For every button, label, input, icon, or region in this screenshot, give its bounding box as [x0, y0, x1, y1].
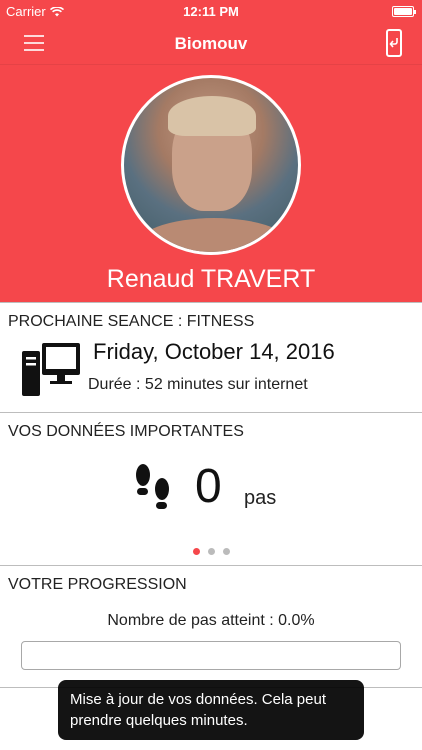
avatar — [121, 75, 301, 255]
desktop-computer-icon — [22, 343, 80, 396]
session-duration: Durée : 52 minutes sur internet — [88, 376, 308, 393]
page-dot[interactable] — [222, 548, 230, 555]
profile-name: Renaud TRAVERT — [106, 265, 316, 293]
footprints-icon — [136, 464, 169, 509]
section-title-progress: VOTRE PROGRESSION — [8, 576, 187, 593]
session-date: Friday, October 14, 2016 — [93, 339, 335, 364]
progress-bar — [21, 641, 401, 670]
status-bar: Carrier 12:11 PM — [0, 0, 422, 24]
page-dot[interactable] — [207, 548, 215, 555]
section-title-data: VOS DONNÉES IMPORTANTES — [8, 423, 244, 440]
next-session-section: PROCHAINE SEANCE : FITNESS Friday, Octob… — [0, 302, 422, 412]
page-dot[interactable] — [192, 548, 200, 555]
battery-icon — [392, 6, 416, 17]
progress-section: VOTRE PROGRESSION Nombre de pas atteint … — [0, 565, 422, 687]
phone-exit-icon[interactable] — [386, 29, 402, 57]
status-time: 12:11 PM — [183, 4, 239, 19]
page-indicator[interactable] — [0, 542, 422, 560]
nav-title: Biomouv — [174, 34, 248, 53]
section-title-session: PROCHAINE SEANCE : FITNESS — [8, 313, 255, 330]
profile-header: Renaud TRAVERT — [0, 64, 422, 302]
steps-value: 0 — [195, 460, 222, 513]
toast-notification: Mise à jour de vos données. Cela peut pr… — [58, 680, 364, 740]
progress-label: Nombre de pas atteint : 0.0% — [107, 612, 315, 629]
steps-unit: pas — [244, 487, 277, 509]
important-data-section: VOS DONNÉES IMPORTANTES 0 pas — [0, 412, 422, 565]
nav-bar: Biomouv — [0, 24, 422, 64]
